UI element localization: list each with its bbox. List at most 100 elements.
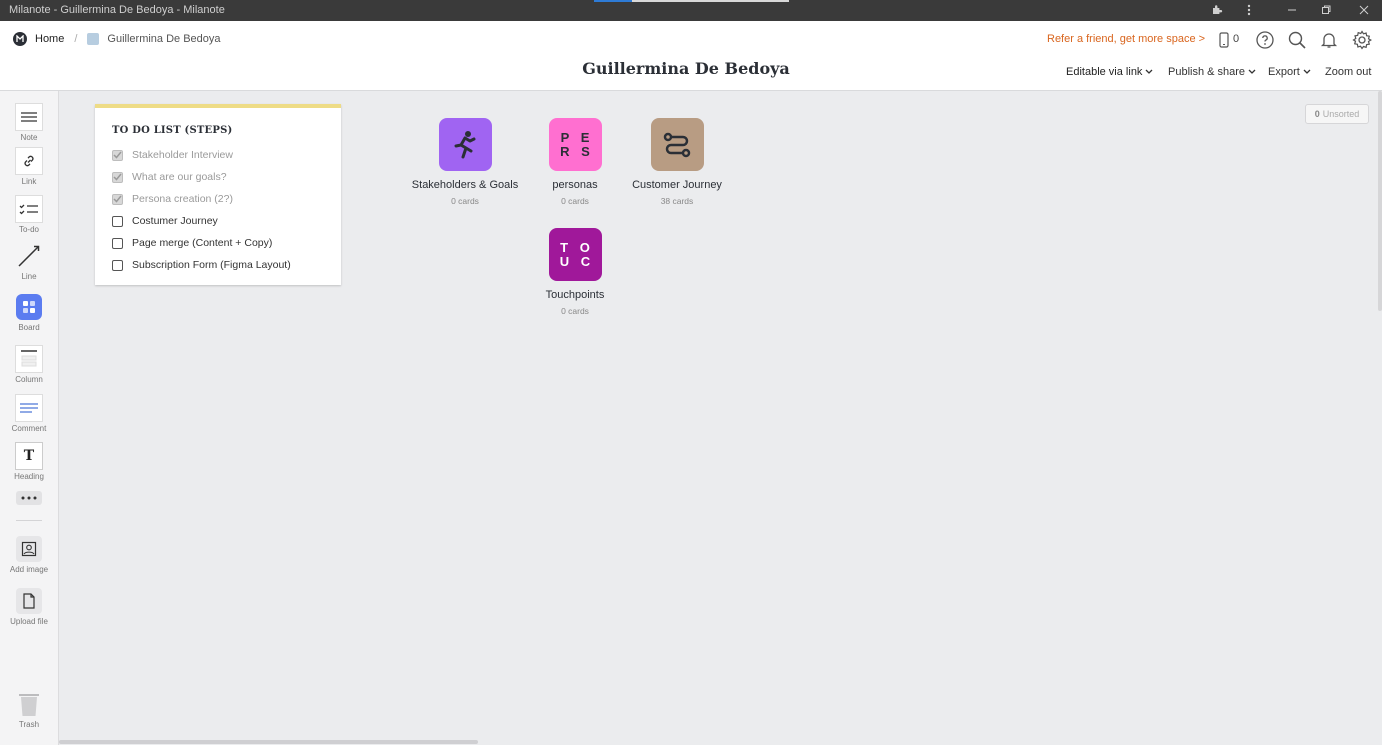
breadcrumb-home[interactable]: Home [35,33,64,45]
checkbox-unchecked[interactable] [112,237,123,249]
milanote-logo-icon[interactable] [13,32,27,46]
close-icon[interactable] [1355,2,1373,18]
search-icon[interactable] [1286,29,1308,51]
tool-heading[interactable]: T Heading [0,443,58,481]
personas-letters-icon: P E R S [548,118,602,171]
tool-label: Board [18,323,40,332]
touchpoints-letters-icon: T O U C [548,228,602,281]
checkbox-checked[interactable] [112,193,123,205]
export-label: Export [1268,66,1300,78]
editable-via-link-label: Editable via link [1066,66,1143,78]
todo-item[interactable]: Costumer Journey [112,214,218,228]
gear-icon[interactable] [1351,29,1373,51]
unsorted-label: Unsorted [1322,109,1360,119]
window-title: Milanote - Guillermina De Bedoya - Milan… [9,4,225,16]
more-icon [16,491,42,505]
zoom-out-button[interactable]: Zoom out [1325,66,1371,78]
restore-icon[interactable] [1317,2,1335,18]
board-card-count: 0 cards [561,306,589,316]
todo-item-text: Persona creation (2?) [132,193,233,205]
minimize-icon[interactable] [1283,2,1301,18]
board-touchpoints[interactable]: T O U C Touchpoints 0 cards [515,228,635,316]
note-icon [16,104,42,130]
tool-link[interactable]: Link [0,148,58,186]
heading-icon: T [16,443,42,469]
todo-icon [16,196,42,222]
horizontal-scrollbar[interactable] [59,740,478,744]
tool-column[interactable]: Column [0,346,58,384]
icon-letters-row: R S [560,143,594,159]
board-customer-journey[interactable]: Customer Journey 38 cards [617,118,737,206]
tool-add-image[interactable]: Add image [0,536,58,574]
tool-todo[interactable]: To-do [0,196,58,234]
kebab-menu-icon[interactable] [1240,2,1258,18]
help-icon[interactable] [1254,29,1276,51]
checkbox-unchecked[interactable] [112,259,123,271]
column-icon [16,346,42,372]
tool-more[interactable] [0,491,58,505]
editable-via-link-menu[interactable]: Editable via link [1066,66,1153,78]
checkbox-checked[interactable] [112,149,123,161]
icon-letters-row: T O [560,239,594,255]
export-menu[interactable]: Export [1268,66,1311,78]
tool-board[interactable]: Board [0,294,58,332]
trash-icon [16,691,42,717]
window-titlebar: Milanote - Guillermina De Bedoya - Milan… [0,0,1382,21]
tool-label: Note [20,133,38,142]
todo-item[interactable]: What are our goals? [112,170,227,184]
todo-item[interactable]: Page merge (Content + Copy) [112,236,272,250]
todo-card[interactable]: TO DO LIST (STEPS) Stakeholder Interview… [95,104,341,285]
chevron-down-icon [1303,69,1311,74]
bell-icon[interactable] [1318,29,1340,51]
refer-friend-link[interactable]: Refer a friend, get more space > [1047,33,1205,45]
tool-line[interactable]: Line [0,243,58,281]
icon-letters-row: U C [559,253,595,269]
todo-item-text: Costumer Journey [132,215,218,227]
todo-item[interactable]: Persona creation (2?) [112,192,233,206]
checkbox-checked[interactable] [112,171,123,183]
breadcrumb-separator: / [74,33,78,45]
tool-note[interactable]: Note [0,104,58,142]
vertical-scrollbar[interactable] [1378,91,1382,311]
unsorted-count: 0 [1314,109,1320,119]
board-icon [16,294,42,320]
tool-label: Heading [14,472,44,481]
phone-icon[interactable] [1213,29,1235,51]
todo-item[interactable]: Subscription Form (Figma Layout) [112,258,291,272]
board-canvas[interactable]: TO DO LIST (STEPS) Stakeholder Interview… [59,91,1382,745]
publish-share-label: Publish & share [1168,66,1246,78]
todo-title: TO DO LIST (STEPS) [112,125,233,136]
image-icon [16,536,42,562]
breadcrumb-board[interactable]: Guillermina De Bedoya [107,33,220,45]
phone-count: 0 [1233,33,1240,45]
checkbox-unchecked[interactable] [112,215,123,227]
tool-trash[interactable]: Trash [0,691,58,729]
breadcrumb: Home / Guillermina De Bedoya [13,31,221,47]
toolbar-divider [16,520,42,521]
file-icon [16,588,42,614]
chevron-down-icon [1248,69,1256,74]
comment-icon [16,395,42,421]
page-title: Guillermina De Bedoya [582,59,790,78]
tool-label: Link [21,177,37,186]
app-header: Home / Guillermina De Bedoya Refer a fri… [0,21,1382,91]
tool-label: Upload file [10,617,48,626]
publish-share-menu[interactable]: Publish & share [1168,66,1256,78]
board-color-icon [87,33,100,45]
tool-label: Trash [18,720,40,729]
unsorted-button[interactable]: 0 Unsorted [1305,104,1369,124]
running-person-icon [438,118,492,171]
heading-glyph: T [23,448,35,464]
link-icon [16,148,42,174]
board-stakeholders-goals[interactable]: Stakeholders & Goals 0 cards [405,118,525,206]
board-card-count: 0 cards [451,196,479,206]
todo-item[interactable]: Stakeholder Interview [112,148,233,162]
board-name: Touchpoints [545,289,605,301]
tool-label: Column [15,375,43,384]
todo-item-text: Stakeholder Interview [132,149,233,161]
board-name: Customer Journey [632,179,722,191]
tool-upload-file[interactable]: Upload file [0,588,58,626]
tool-comment[interactable]: Comment [0,395,58,433]
extension-icon[interactable] [1208,2,1226,18]
tab-indicator-active [594,0,632,2]
